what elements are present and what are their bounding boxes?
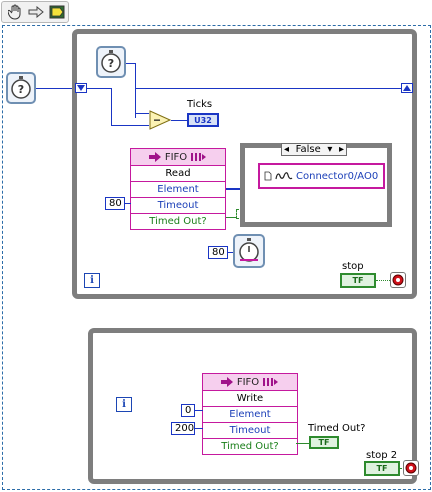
wire: [195, 428, 203, 429]
case-next-icon[interactable]: ▸: [339, 144, 344, 155]
ticks-label: Ticks: [187, 99, 213, 110]
run-icon[interactable]: [47, 3, 66, 21]
svg-text:?: ?: [18, 83, 24, 96]
stop-2-label: stop 2: [366, 450, 398, 461]
fifo-read-element[interactable]: Element: [131, 182, 225, 198]
wire: [226, 217, 236, 218]
wait-constant[interactable]: 80: [208, 246, 228, 259]
stop-2-control-type: TF: [376, 464, 388, 473]
fifo-write-timeout[interactable]: Timeout: [203, 423, 297, 439]
fifo-read-timeout[interactable]: Timeout: [131, 198, 225, 214]
stop-label: stop: [342, 261, 364, 272]
svg-text:?: ?: [108, 57, 114, 70]
timed-out-indicator-type: TF: [318, 438, 330, 447]
fifo-read-node[interactable]: FIFO Read Element Timeout Timed Out?: [130, 148, 226, 230]
case-selector[interactable]: ◂ False ▾ ▸: [281, 143, 347, 156]
wire: [376, 280, 390, 282]
wait-timer-icon[interactable]: [233, 234, 265, 268]
wire: [111, 88, 112, 126]
wire: [36, 88, 74, 89]
stop-2-control[interactable]: TF: [364, 461, 400, 476]
case-prev-icon[interactable]: ◂: [284, 144, 289, 155]
write-timeout-constant[interactable]: 200: [171, 422, 195, 435]
fifo-write-method[interactable]: Write: [203, 391, 297, 407]
wire: [135, 113, 149, 114]
wire: [195, 410, 203, 411]
wire: [111, 125, 149, 126]
iteration-terminal-1[interactable]: i: [84, 273, 100, 288]
fifo-read-method[interactable]: Read: [131, 166, 225, 182]
shift-register-right[interactable]: [401, 83, 413, 93]
loop-condition-terminal[interactable]: [390, 272, 406, 288]
toolbar: [1, 1, 69, 23]
loop-condition-terminal-2[interactable]: [403, 460, 419, 476]
ticks-indicator-type: U32: [194, 115, 212, 125]
fifo-write-node[interactable]: FIFO Write Element Timeout Timed Out?: [202, 373, 298, 455]
fifo-write-title: FIFO: [236, 376, 260, 388]
wire: [296, 443, 310, 444]
wire: [86, 88, 112, 89]
fpga-io-name: Connector0/AO0: [296, 170, 379, 182]
fpga-io-node[interactable]: Connector0/AO0: [258, 163, 385, 189]
arrow-right-icon[interactable]: [26, 3, 45, 21]
tick-count-icon[interactable]: ?: [96, 46, 126, 78]
fifo-write-header: FIFO: [203, 374, 297, 391]
hand-icon[interactable]: [5, 3, 24, 21]
wire: [171, 120, 187, 121]
stop-control-type: TF: [352, 276, 364, 285]
tick-count-icon[interactable]: ?: [6, 72, 36, 104]
timed-out-indicator[interactable]: TF: [309, 436, 339, 449]
fifo-read-header: FIFO: [131, 149, 225, 166]
wire: [135, 88, 402, 89]
fifo-write-timed-out[interactable]: Timed Out?: [203, 439, 297, 454]
fifo-read-timed-out[interactable]: Timed Out?: [131, 214, 225, 229]
fifo-read-title: FIFO: [164, 151, 188, 163]
subtract-node[interactable]: [149, 110, 172, 130]
wire: [125, 203, 131, 204]
block-diagram: ? ? Ticks U32 FIFO Read Element Timeout …: [0, 0, 432, 492]
wire: [135, 63, 136, 118]
case-dropdown-icon[interactable]: ▾: [327, 144, 332, 155]
case-selector-value: False: [295, 144, 321, 155]
ticks-indicator[interactable]: U32: [187, 113, 219, 127]
element-constant[interactable]: 0: [181, 404, 195, 417]
timeout-constant[interactable]: 80: [105, 197, 125, 210]
timed-out-label: Timed Out?: [308, 423, 366, 434]
fifo-write-element[interactable]: Element: [203, 407, 297, 423]
iteration-terminal-2[interactable]: i: [116, 397, 132, 412]
stop-control[interactable]: TF: [340, 273, 376, 288]
